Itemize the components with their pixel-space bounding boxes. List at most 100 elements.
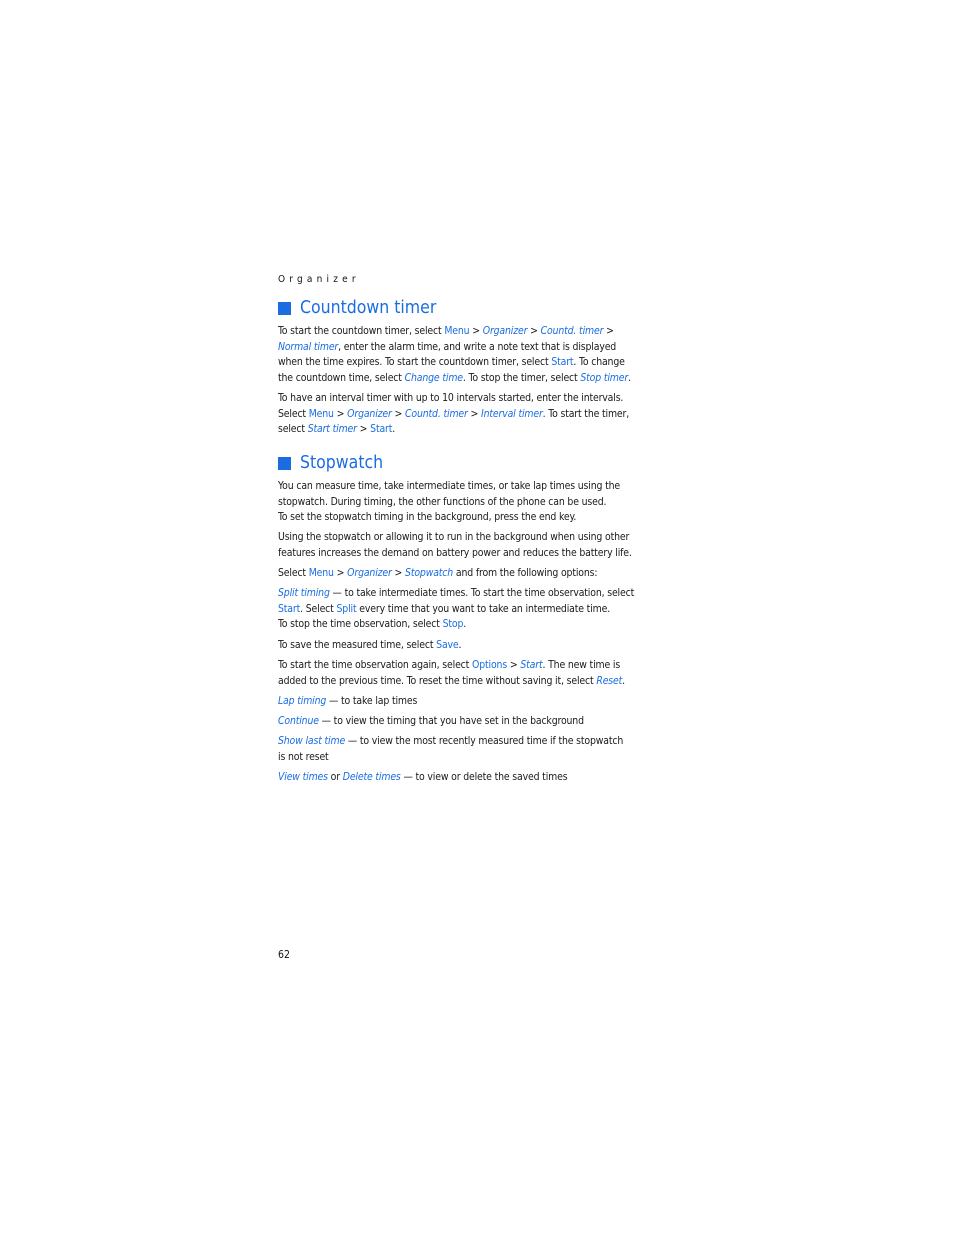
text-run: — to take intermediate times. To start t…	[329, 587, 635, 599]
text-run: Select	[278, 567, 309, 579]
menu-command: Menu	[308, 407, 334, 420]
text-line: To set the stopwatch timing in the backg…	[278, 510, 663, 526]
text-line: To start the countdown timer, select Men…	[278, 324, 663, 340]
paragraph: To save the measured time, select Save.	[278, 638, 663, 654]
text-run: You can measure time, take intermediate …	[278, 480, 621, 492]
menu-command: Start	[370, 423, 393, 436]
text-line: Select Menu > Organizer > Stopwatch and …	[278, 566, 663, 582]
text-line: Start. Select Split every time that you …	[278, 602, 663, 618]
text-run: stopwatch. During timing, the other func…	[278, 495, 607, 508]
menu-command: Start	[278, 602, 301, 615]
menu-command: Menu	[308, 567, 334, 579]
menu-option: Normal timer	[278, 340, 339, 353]
menu-option: Countd. timer	[540, 325, 604, 337]
text-run: when the time expires. To start the coun…	[278, 356, 552, 369]
text-run: To have an interval timer with up to 10 …	[278, 392, 624, 404]
text-run: is not reset	[278, 750, 329, 763]
paragraph: Lap timing — to take lap times	[278, 694, 663, 710]
paragraph: Continue — to view the timing that you h…	[278, 714, 663, 730]
text-run: To save the measured time, select	[278, 639, 437, 651]
text-run: To start the time observation again, sel…	[278, 659, 473, 671]
menu-option: Stop timer	[580, 371, 629, 384]
menu-option: Start	[520, 659, 543, 671]
text-run: >	[333, 567, 348, 579]
paragraph: Using the stopwatch or allowing it to ru…	[278, 530, 663, 561]
text-run: or	[327, 771, 343, 783]
text-run: — to view or delete the saved times	[400, 771, 568, 783]
text-run: To stop the time observation, select	[278, 618, 443, 631]
text-run: .	[628, 371, 631, 384]
text-run: >	[527, 325, 541, 337]
menu-option: Interval timer	[481, 407, 543, 420]
menu-option: Organizer	[347, 567, 392, 579]
text-run: >	[469, 325, 483, 337]
text-run: — to view the timing that you have set i…	[318, 715, 584, 727]
text-run: . To change	[573, 356, 625, 369]
text-run: . The new time is	[542, 659, 621, 671]
text-run: — to view the most recently measured tim…	[345, 735, 624, 747]
paragraph: To have an interval timer with up to 10 …	[278, 391, 663, 438]
text-line: To stop the time observation, select Sto…	[278, 617, 663, 633]
heading-text: Countdown timer	[300, 298, 437, 318]
text-line: is not reset	[278, 750, 663, 766]
text-run: To start the countdown timer, select	[278, 325, 445, 337]
text-run: To set the stopwatch timing in the backg…	[278, 511, 577, 524]
paragraph: You can measure time, take intermediate …	[278, 479, 663, 526]
text-line: Lap timing — to take lap times	[278, 694, 663, 710]
paragraph: To start the time observation again, sel…	[278, 658, 663, 689]
paragraph: Select Menu > Organizer > Stopwatch and …	[278, 566, 663, 582]
text-run: >	[603, 325, 614, 337]
text-run: select	[278, 423, 308, 436]
text-run: and from the following options:	[453, 567, 598, 579]
menu-command: Split	[336, 602, 357, 615]
menu-command: Options	[472, 659, 508, 671]
page-number: 62	[278, 949, 290, 961]
text-run: . To start the timer,	[542, 407, 630, 420]
text-run: >	[507, 659, 521, 671]
text-run: >	[467, 407, 482, 420]
menu-command: Menu	[444, 325, 470, 337]
paragraph: View times or Delete times — to view or …	[278, 770, 663, 786]
menu-option: Show last time	[278, 735, 346, 747]
text-run: , enter the alarm time, and write a note…	[338, 340, 617, 353]
text-run: every time that you want to take an inte…	[356, 602, 611, 615]
running-head: Organizer	[278, 274, 360, 285]
text-line: stopwatch. During timing, the other func…	[278, 495, 663, 511]
text-run: >	[356, 423, 371, 436]
menu-option: Split timing	[278, 587, 330, 599]
text-line: Select Menu > Organizer > Countd. timer …	[278, 407, 663, 423]
heading-square-icon	[278, 456, 291, 470]
text-line: View times or Delete times — to view or …	[278, 770, 663, 786]
text-run: . Select	[300, 602, 337, 615]
text-line: Show last time — to view the most recent…	[278, 734, 663, 750]
text-line: when the time expires. To start the coun…	[278, 355, 663, 371]
text-run: .	[463, 618, 467, 631]
paragraph: Split timing — to take intermediate time…	[278, 586, 663, 633]
section-heading-stopwatch: Stopwatch	[278, 453, 383, 473]
text-run: .	[458, 639, 462, 651]
menu-option: Reset	[596, 674, 623, 687]
menu-option: Change time	[404, 371, 463, 384]
section-heading-countdown-timer: Countdown timer	[278, 298, 436, 318]
menu-option: Lap timing	[278, 695, 327, 707]
text-line: Using the stopwatch or allowing it to ru…	[278, 530, 663, 546]
menu-option: Countd. timer	[405, 407, 468, 420]
text-line: select Start timer > Start.	[278, 422, 663, 438]
menu-option: Continue	[278, 715, 319, 727]
menu-option: View times	[278, 771, 328, 783]
text-run: .	[622, 674, 625, 687]
menu-option: Stopwatch	[405, 567, 454, 579]
text-line: Normal timer, enter the alarm time, and …	[278, 340, 663, 356]
text-line: To start the time observation again, sel…	[278, 658, 663, 674]
text-line: To save the measured time, select Save.	[278, 638, 663, 654]
text-run: .	[392, 423, 396, 436]
text-run: — to take lap times	[326, 695, 418, 707]
menu-command: Start	[551, 356, 574, 369]
text-line: Split timing — to take intermediate time…	[278, 586, 663, 602]
menu-command: Save	[436, 639, 459, 651]
text-run: Select	[278, 407, 309, 420]
text-run: added to the previous time. To reset the…	[278, 674, 597, 687]
menu-option: Start timer	[307, 423, 357, 436]
menu-option: Organizer	[482, 325, 528, 337]
text-run: >	[391, 567, 406, 579]
